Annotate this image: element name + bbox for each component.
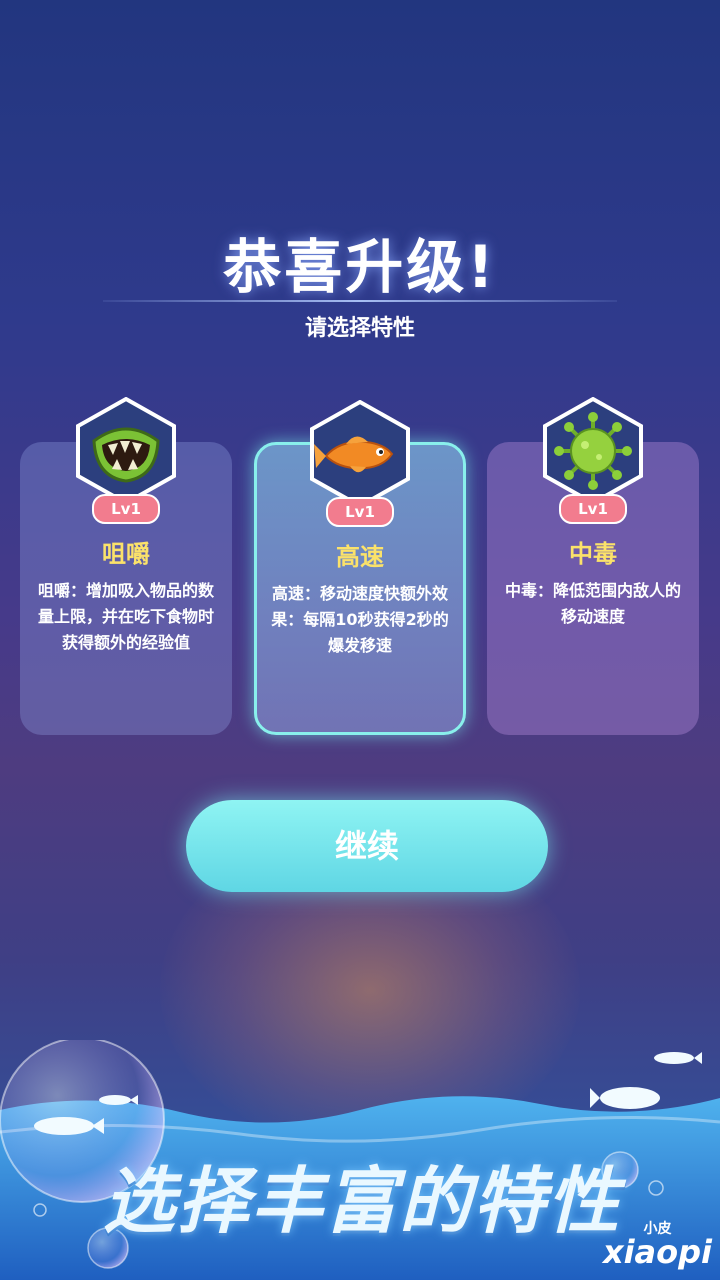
green-virus-icon — [543, 397, 643, 505]
trait-card-poison[interactable]: Lv1 中毒 中毒：降低范围内敌人的移动速度 — [487, 397, 699, 735]
watermark-logo: 小皮 xiaopi — [603, 1222, 712, 1268]
promo-banner-text: 选择丰富的特性 — [102, 1159, 621, 1243]
watermark-large-text: xiaopi — [602, 1233, 712, 1271]
continue-button[interactable]: 继续 — [186, 800, 548, 892]
trait-description: 咀嚼：增加吸入物品的数量上限，并在吃下食物时获得额外的经验值 — [37, 581, 214, 652]
trait-name: 高速 — [336, 543, 384, 571]
orange-fish-icon — [310, 400, 410, 508]
trait-description: 中毒：降低范围内敌人的移动速度 — [504, 581, 681, 626]
level-badge: Lv1 — [92, 494, 160, 524]
trait-name: 中毒 — [569, 540, 617, 568]
choose-trait-subtitle: 请选择特性 — [304, 316, 415, 341]
level-up-title: 恭喜升级! — [223, 233, 497, 301]
level-badge: Lv1 — [326, 497, 394, 527]
level-badge: Lv1 — [559, 494, 627, 524]
trait-card-speed[interactable]: Lv1 高速 高速：移动速度快额外效果：每隔10秒获得2秒的爆发移速 — [254, 400, 466, 735]
trait-description: 高速：移动速度快额外效果：每隔10秒获得2秒的爆发移速 — [271, 584, 449, 655]
chomping-mouth-icon — [76, 397, 176, 505]
title-divider — [103, 300, 617, 302]
trait-name: 咀嚼 — [102, 540, 150, 568]
trait-card-chew[interactable]: Lv1 咀嚼 咀嚼：增加吸入物品的数量上限，并在吃下食物时获得额外的经验值 — [20, 397, 232, 735]
